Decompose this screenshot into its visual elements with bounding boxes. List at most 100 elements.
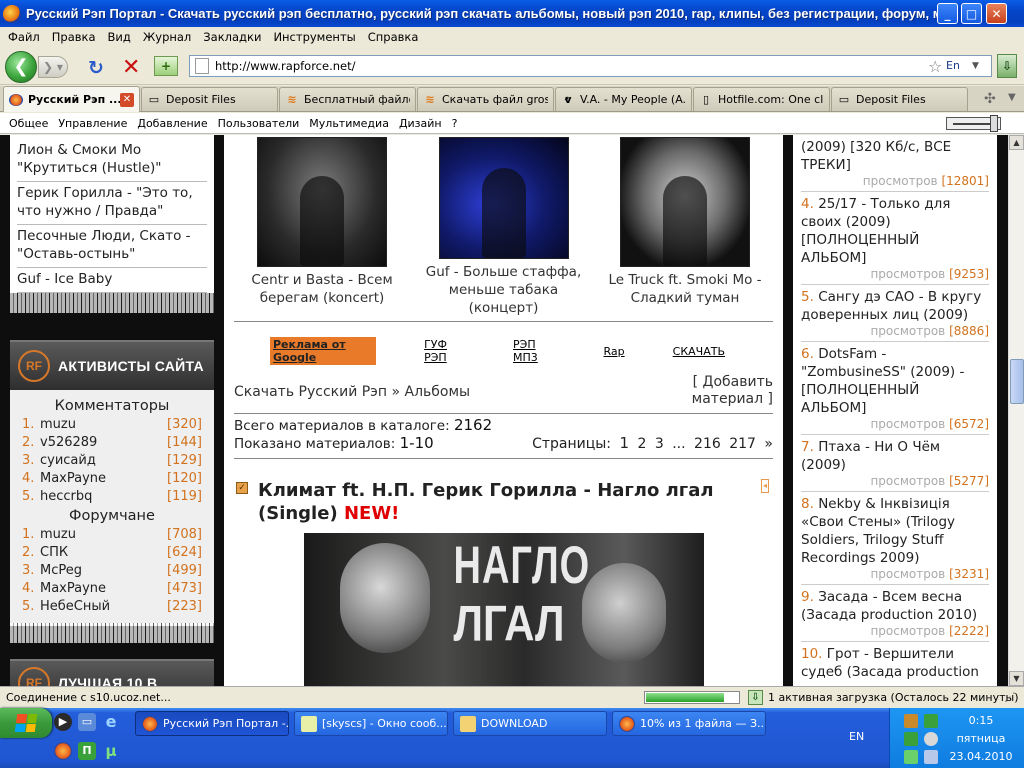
page-next[interactable]: » — [764, 436, 773, 452]
scroll-up-icon[interactable]: ▲ — [1009, 135, 1024, 150]
url-input[interactable] — [215, 59, 915, 73]
admin-users[interactable]: Пользователи — [213, 117, 305, 130]
chevron-down-icon[interactable]: ▼ — [1008, 92, 1016, 103]
page-link[interactable]: 2 — [637, 436, 646, 452]
taskbar-button-chat[interactable]: [skyscs] - Окно сооб... — [294, 711, 448, 736]
add-bookmark-button[interactable]: + — [154, 56, 178, 76]
checkbox-icon[interactable]: ✓ — [236, 482, 248, 494]
menu-edit[interactable]: Правка — [46, 30, 102, 44]
tab-hotfile[interactable]: ▯ Hotfile.com: One cli... — [693, 87, 830, 111]
minimize-button[interactable]: _ — [937, 3, 958, 24]
list-item[interactable]: Guf - Ice Baby — [17, 268, 207, 293]
taskbar-button-firefox[interactable]: Русский Рэп Портал -... — [135, 711, 289, 736]
menu-view[interactable]: Вид — [102, 30, 137, 44]
utorrent-icon[interactable] — [904, 750, 918, 764]
icq-icon[interactable] — [904, 732, 918, 746]
chevron-down-icon[interactable]: ▼ — [972, 61, 979, 71]
video-card[interactable]: Guf - Больше стаффа, меньше табака (конц… — [420, 137, 588, 321]
tab-download-file[interactable]: ≋ Скачать файл gros... — [417, 87, 554, 111]
download-icon[interactable]: ⇩ — [748, 690, 763, 705]
menu-tools[interactable]: Инструменты — [267, 30, 361, 44]
list-item[interactable]: 1. muzu [320] — [22, 416, 202, 434]
tab-deposit-files[interactable]: ▭ Deposit Files — [141, 87, 278, 111]
list-item[interactable]: 8. Nekby & Інквізиція «Свои Стены» (Tril… — [801, 492, 989, 585]
back-button[interactable]: ❮ — [5, 51, 37, 83]
utorrent-icon[interactable]: µ — [102, 742, 120, 760]
tab-deposit-files-2[interactable]: ▭ Deposit Files — [831, 87, 968, 111]
item-title[interactable]: DotsFam - "ZombusineSS" (2009) - [ПОЛНОЦ… — [801, 346, 964, 416]
list-item[interactable]: Лион & Смоки Мо "Крутиться (Hustle)" — [17, 141, 207, 182]
stop-icon[interactable]: ✕ — [122, 55, 140, 80]
post-title[interactable]: Климат ft. Н.П. Герик Горилла - Нагло лг… — [258, 480, 714, 524]
video-thumbnail[interactable] — [257, 137, 387, 267]
list-item[interactable]: 5. Сангу дэ САО - В кругу доверенных лиц… — [801, 285, 989, 342]
close-button[interactable]: ✕ — [986, 3, 1007, 24]
video-title[interactable]: Guf - Больше стаффа, меньше табака (конц… — [420, 263, 588, 317]
ad-link[interactable]: ГУФ РЭП — [424, 338, 465, 364]
item-title[interactable]: Сангу дэ САО - В кругу доверенных лиц (2… — [801, 289, 981, 323]
list-item[interactable]: 2. СПК [624] — [22, 544, 202, 562]
menu-bookmarks[interactable]: Закладки — [197, 30, 267, 44]
video-card[interactable]: Centr и Basta - Всем берегам (koncert) — [238, 137, 406, 321]
list-item[interactable]: Песочные Люди, Скато - "Оставь-остынь" — [17, 225, 207, 268]
forward-button[interactable]: ❯ ▾ — [38, 56, 68, 78]
tray-monitor-icon[interactable] — [924, 750, 938, 764]
ad-link[interactable]: РЭП МП3 — [513, 338, 556, 364]
breadcrumb[interactable]: Скачать Русский Рэп » Альбомы — [234, 384, 470, 408]
ad-link[interactable]: СКАЧАТЬ — [673, 345, 725, 358]
item-title[interactable]: Nekby & Інквізиція «Свои Стены» (Trilogy… — [801, 496, 955, 566]
scroll-down-icon[interactable]: ▼ — [1009, 671, 1024, 686]
admin-design[interactable]: Дизайн — [394, 117, 447, 130]
admin-help[interactable]: ? — [447, 117, 463, 130]
tab-free-file[interactable]: ≋ Бесплатный файло... — [279, 87, 416, 111]
menu-history[interactable]: Журнал — [137, 30, 197, 44]
list-item[interactable]: Герик Горилла - "Это то, что нужно / Пра… — [17, 182, 207, 225]
language-indicator[interactable]: EN — [849, 730, 864, 743]
video-title[interactable]: Centr и Basta - Всем берегам (koncert) — [238, 271, 406, 307]
reload-icon[interactable]: ↻ — [88, 57, 104, 79]
list-item[interactable]: 7. Птаха - Ни О Чём (2009) просмотров [5… — [801, 435, 989, 492]
window-title-bar[interactable]: Русский Рэп Портал - Скачать русский рэп… — [0, 0, 1024, 27]
vertical-scrollbar[interactable]: ▲ ▼ — [1008, 135, 1024, 686]
share-icon[interactable]: ◂ — [761, 479, 769, 493]
list-item[interactable]: 4. MaxPayne [473] — [22, 580, 202, 598]
language-indicator[interactable]: En — [946, 59, 960, 72]
item-title[interactable]: Птаха - Ни О Чём (2009) — [801, 439, 940, 473]
list-item[interactable]: 4. MaxPayne [120] — [22, 470, 202, 488]
list-item[interactable]: 6. DotsFam - "ZombusineSS" (2009) - [ПОЛ… — [801, 342, 989, 435]
slider-handle[interactable] — [990, 115, 998, 132]
icq-icon[interactable]: П — [78, 742, 96, 760]
list-item[interactable]: 10. Грот - Вершители судеб (Засада produ… — [801, 642, 989, 684]
list-item[interactable]: 9. Засада - Всем весна (Засада productio… — [801, 585, 989, 642]
menu-help[interactable]: Справка — [362, 30, 425, 44]
resize-grip-icon[interactable]: ⋰ — [1004, 690, 1020, 706]
video-title[interactable]: Le Truck ft. Smoki Mo - Сладкий туман — [601, 271, 769, 307]
clock[interactable]: 0:15 пятница 23.04.2010 — [945, 712, 1017, 766]
list-item[interactable]: (2009) [320 Кб/с, ВСЕ ТРЕКИ] просмотров … — [801, 135, 989, 192]
volume-icon[interactable] — [924, 732, 938, 746]
ad-link[interactable]: Rap — [604, 345, 625, 358]
firefox-icon[interactable] — [54, 742, 72, 760]
maximize-button[interactable]: □ — [961, 3, 982, 24]
google-ads-label[interactable]: Реклама от Google — [270, 337, 377, 365]
star-icon[interactable]: ☆ — [928, 57, 942, 76]
download-status[interactable]: 1 активная загрузка (Осталось 22 минуты) — [768, 691, 1019, 704]
list-item[interactable]: 5. НебеСный [223] — [22, 598, 202, 616]
media-player-icon[interactable]: ▶ — [54, 713, 72, 731]
admin-manage[interactable]: Управление — [53, 117, 132, 130]
url-bar[interactable]: ☆ En ▼ — [189, 55, 992, 77]
tray-network-icon[interactable] — [924, 714, 938, 728]
item-title[interactable]: Засада - Всем весна (Засада production 2… — [801, 589, 977, 623]
add-material-link[interactable]: [ Добавить материал ] — [687, 374, 773, 408]
admin-add[interactable]: Добавление — [132, 117, 212, 130]
close-icon[interactable]: ✕ — [120, 92, 134, 107]
start-button[interactable] — [0, 708, 52, 738]
item-title[interactable]: Грот - Вершители судеб (Засада productio… — [801, 646, 979, 680]
show-desktop-icon[interactable]: ▭ — [78, 713, 96, 731]
taskbar-button-downloads[interactable]: 10% из 1 файла — З... — [612, 711, 766, 736]
album-cover-image[interactable]: НАГЛО ЛГАЛ — [303, 533, 704, 686]
list-item[interactable]: 4. 25/17 - Только для своих (2009) [ПОЛН… — [801, 192, 989, 285]
item-title[interactable]: 25/17 - Только для своих (2009) [ПОЛНОЦЕ… — [801, 196, 950, 266]
list-item[interactable]: 3. McPeg [499] — [22, 562, 202, 580]
video-thumbnail[interactable] — [620, 137, 750, 267]
